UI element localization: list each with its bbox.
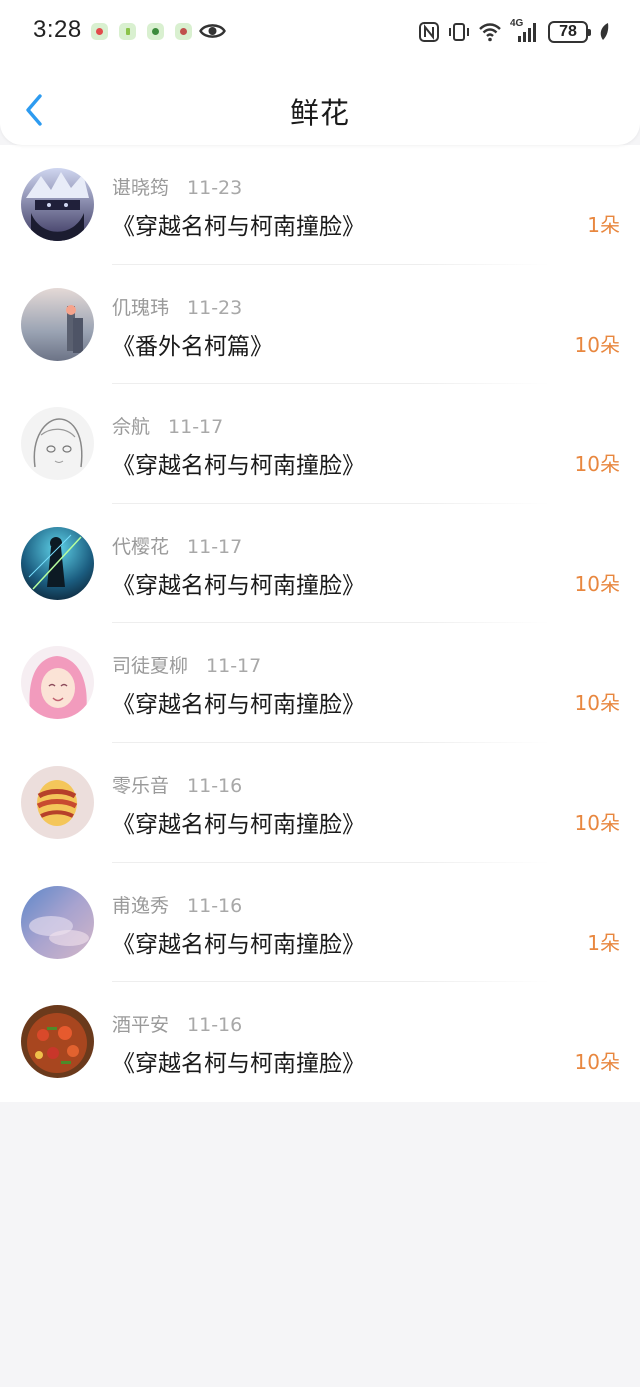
list-item[interactable]: 谌晓筠 11-23 《穿越名柯与柯南撞脸》 1朵 bbox=[0, 145, 640, 265]
item-meta: 司徒夏柳 11-17 bbox=[112, 651, 261, 678]
flower-list: 谌晓筠 11-23 《穿越名柯与柯南撞脸》 1朵 仉瑰玮 11-23 《番外名柯篇》 10朵佘… bbox=[0, 145, 640, 1102]
user-name: 佘航 bbox=[112, 416, 151, 439]
item-date: 11-23 bbox=[187, 296, 243, 319]
flower-amount: 10朵 bbox=[574, 332, 620, 357]
list-item[interactable]: 零乐音 11-16 《穿越名柯与柯南撞脸》 10朵 bbox=[0, 743, 640, 863]
notification-icon bbox=[91, 23, 108, 40]
avatar[interactable] bbox=[21, 168, 94, 241]
item-meta: 谌晓筠 11-23 bbox=[112, 173, 242, 200]
wifi-icon bbox=[479, 23, 501, 42]
vibrate-icon bbox=[449, 23, 469, 41]
notification-icon bbox=[175, 23, 192, 40]
avatar[interactable] bbox=[21, 287, 94, 361]
book-title[interactable]: 《番外名柯篇》 bbox=[112, 327, 273, 361]
list-item[interactable]: 佘航 11-17 《穿越名柯与柯南撞脸》 10朵 bbox=[0, 384, 640, 504]
flower-amount: 10朵 bbox=[574, 1050, 620, 1075]
list-item[interactable]: 仉瑰玮 11-23 《番外名柯篇》 10朵 bbox=[0, 265, 640, 385]
list-item[interactable]: 甫逸秀 11-16 《穿越名柯与柯南撞脸》 1朵 bbox=[0, 863, 640, 983]
status-right-icons: 4G 78 bbox=[418, 18, 610, 46]
nfc-icon bbox=[419, 22, 439, 42]
eye-icon bbox=[199, 24, 226, 38]
notification-icon bbox=[119, 23, 136, 40]
avatar[interactable] bbox=[21, 1005, 94, 1079]
signal-icon: 4G bbox=[510, 18, 540, 44]
avatar[interactable] bbox=[21, 885, 94, 959]
flower-amount: 10朵 bbox=[574, 571, 620, 596]
avatar[interactable] bbox=[21, 526, 94, 600]
item-date: 11-17 bbox=[187, 535, 243, 558]
item-date: 11-16 bbox=[187, 894, 243, 917]
user-name: 谌晓筠 bbox=[112, 177, 170, 199]
item-date: 11-16 bbox=[187, 1014, 243, 1037]
user-name: 司徒夏柳 bbox=[112, 655, 189, 678]
user-name: 甫逸秀 bbox=[112, 894, 170, 917]
flower-amount: 1朵 bbox=[587, 213, 620, 237]
user-name: 仉瑰玮 bbox=[112, 296, 170, 319]
book-title[interactable]: 《穿越名柯与柯南撞脸》 bbox=[112, 207, 365, 241]
status-bar: 3:28 4G 78 bbox=[0, 0, 640, 64]
flower-amount: 10朵 bbox=[574, 810, 620, 835]
user-name: 代樱花 bbox=[112, 535, 170, 558]
flower-amount: 10朵 bbox=[574, 452, 620, 477]
user-name: 零乐音 bbox=[112, 774, 170, 797]
item-date: 11-17 bbox=[206, 655, 262, 678]
book-title[interactable]: 《穿越名柯与柯南撞脸》 bbox=[112, 446, 365, 480]
item-meta: 甫逸秀 11-16 bbox=[112, 891, 242, 918]
top-bar: 3:28 4G 78 鲜花 bbox=[0, 0, 640, 145]
item-date: 11-16 bbox=[187, 774, 243, 797]
avatar[interactable] bbox=[21, 407, 94, 481]
book-title[interactable]: 《穿越名柯与柯南撞脸》 bbox=[112, 1044, 365, 1078]
user-name: 酒平安 bbox=[112, 1014, 170, 1037]
status-time: 3:28 bbox=[33, 16, 82, 43]
item-date: 11-23 bbox=[187, 177, 243, 199]
list-item[interactable]: 司徒夏柳 11-17 《穿越名柯与柯南撞脸》 10朵 bbox=[0, 623, 640, 743]
item-meta: 代樱花 11-17 bbox=[112, 532, 242, 559]
battery-indicator: 78 bbox=[548, 21, 591, 43]
book-title[interactable]: 《穿越名柯与柯南撞脸》 bbox=[112, 805, 365, 839]
book-title[interactable]: 《穿越名柯与柯南撞脸》 bbox=[112, 685, 365, 719]
leaf-icon bbox=[600, 23, 609, 40]
item-meta: 酒平安 11-16 bbox=[112, 1010, 242, 1037]
item-meta: 零乐音 11-16 bbox=[112, 771, 242, 798]
item-date: 11-17 bbox=[168, 416, 224, 439]
flower-amount: 1朵 bbox=[587, 930, 620, 955]
flower-amount: 10朵 bbox=[574, 691, 620, 716]
item-meta: 佘航 11-17 bbox=[112, 412, 223, 439]
list-item[interactable]: 酒平安 11-16 《穿越名柯与柯南撞脸》 10朵 bbox=[0, 982, 640, 1102]
book-title[interactable]: 《穿越名柯与柯南撞脸》 bbox=[112, 566, 365, 600]
avatar[interactable] bbox=[21, 765, 94, 839]
list-item[interactable]: 代樱花 11-17 《穿越名柯与柯南撞脸》 10朵 bbox=[0, 504, 640, 624]
avatar[interactable] bbox=[21, 646, 94, 720]
page-title: 鲜花 bbox=[289, 96, 350, 130]
item-meta: 仉瑰玮 11-23 bbox=[112, 293, 242, 320]
book-title[interactable]: 《穿越名柯与柯南撞脸》 bbox=[112, 925, 365, 959]
notification-icon bbox=[147, 23, 164, 40]
